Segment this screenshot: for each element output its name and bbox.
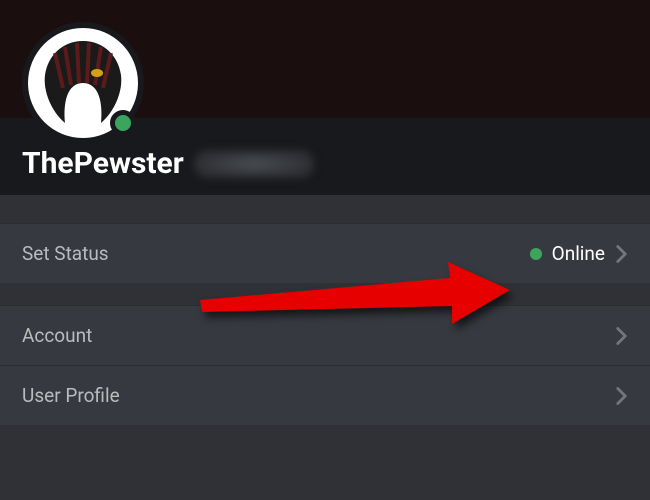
presence-indicator: [110, 110, 136, 136]
account-label: Account: [22, 324, 92, 347]
set-status-row[interactable]: Set Status Online: [0, 223, 650, 283]
user-profile-label: User Profile: [22, 384, 120, 407]
account-row[interactable]: Account: [0, 305, 650, 365]
discriminator-blurred: [194, 150, 314, 178]
chevron-right-icon: [615, 386, 628, 406]
section-spacer: [0, 195, 650, 223]
set-status-label: Set Status: [22, 242, 109, 265]
chevron-right-icon: [615, 326, 628, 346]
online-dot-icon: [530, 248, 542, 260]
status-value: Online: [552, 242, 605, 265]
avatar-container[interactable]: [28, 28, 138, 138]
profile-header: ThePewster: [0, 118, 650, 195]
chevron-right-icon: [615, 244, 628, 264]
username: ThePewster: [22, 146, 184, 181]
section-spacer: [0, 283, 650, 305]
set-status-value-group: Online: [530, 242, 628, 265]
user-profile-row[interactable]: User Profile: [0, 365, 650, 425]
settings-list: Set Status Online Account User Profile: [0, 223, 650, 425]
